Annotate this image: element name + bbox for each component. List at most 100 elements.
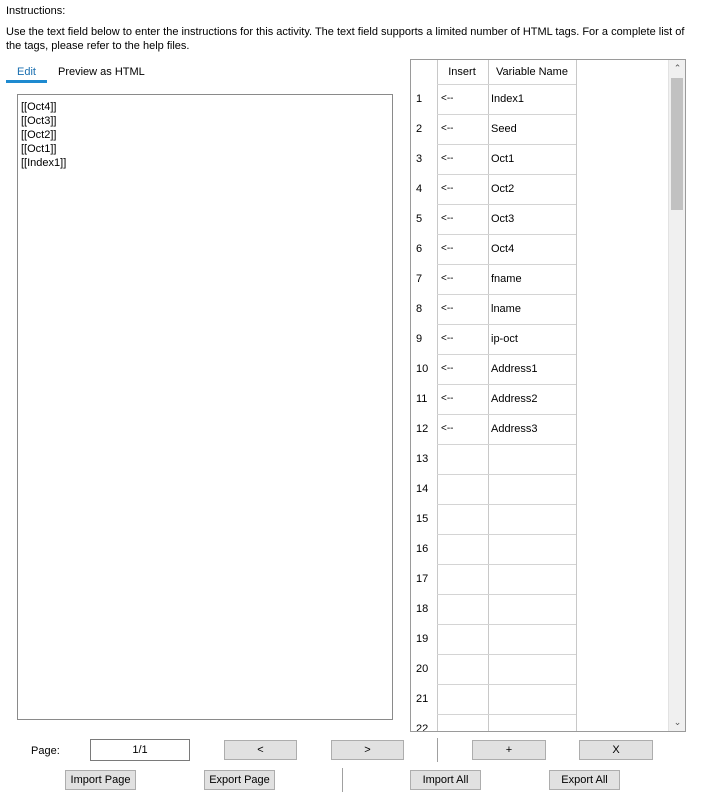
- table-row: 12 <-- Address3: [411, 414, 576, 444]
- insert-variable-button[interactable]: <--: [437, 144, 487, 174]
- row-number: 11: [416, 393, 428, 405]
- table-row: 19: [411, 624, 576, 654]
- instructions-description: Use the text field below to enter the in…: [6, 26, 685, 52]
- insert-variable-button[interactable]: <--: [437, 384, 487, 414]
- table-row: 9 <-- ip-oct: [411, 324, 576, 354]
- insert-variable-button[interactable]: <--: [437, 84, 487, 114]
- variable-name-cell[interactable]: Index1: [488, 84, 576, 114]
- scrollbar-thumb[interactable]: [671, 78, 683, 210]
- previous-page-button[interactable]: <: [224, 740, 297, 760]
- table-row: 22: [411, 714, 576, 732]
- row-number: 9: [416, 333, 423, 345]
- variable-name-cell[interactable]: Oct1: [488, 144, 576, 174]
- export-page-button[interactable]: Export Page: [204, 770, 275, 790]
- variable-name-cell[interactable]: fname: [488, 264, 576, 294]
- row-number: 8: [416, 303, 423, 315]
- next-page-button[interactable]: >: [331, 740, 404, 760]
- toolbar-separator: [342, 768, 343, 792]
- insert-variable-button[interactable]: <--: [437, 264, 487, 294]
- row-number: 7: [416, 273, 423, 285]
- variable-table: Insert Variable Name 1 <-- Index1 2 <-- Seed 3…: [410, 59, 686, 732]
- chevron-up-icon[interactable]: ⌃: [669, 60, 685, 77]
- variable-name-cell[interactable]: Address3: [488, 414, 576, 444]
- variable-name-cell[interactable]: [488, 474, 576, 504]
- variable-name-cell[interactable]: Oct2: [488, 174, 576, 204]
- export-all-button[interactable]: Export All: [549, 770, 620, 790]
- row-divider: [437, 294, 576, 295]
- instructions-editor[interactable]: [[Oct4]] [[Oct3]] [[Oct2]] [[Oct1]] [[In…: [17, 94, 393, 720]
- tab-preview-as-html[interactable]: Preview as HTML: [58, 65, 145, 79]
- row-number: 20: [416, 663, 429, 675]
- insert-variable-button: [437, 474, 487, 504]
- toolbar-separator: [437, 738, 438, 762]
- editor-line: [[Oct3]]: [21, 115, 57, 127]
- insert-variable-button: [437, 504, 487, 534]
- import-page-button[interactable]: Import Page: [65, 770, 136, 790]
- table-row: 13: [411, 444, 576, 474]
- variable-name-cell[interactable]: Address2: [488, 384, 576, 414]
- table-row: 15: [411, 504, 576, 534]
- add-page-button[interactable]: +: [472, 740, 546, 760]
- variable-name-cell[interactable]: [488, 564, 576, 594]
- insert-variable-button: [437, 594, 487, 624]
- row-divider: [437, 444, 576, 445]
- variable-name-cell[interactable]: ip-oct: [488, 324, 576, 354]
- page-number-field[interactable]: [90, 739, 190, 761]
- row-divider: [437, 564, 576, 565]
- row-divider: [437, 114, 576, 115]
- row-divider: [437, 384, 576, 385]
- active-tab-indicator: [6, 80, 47, 83]
- row-number: 18: [416, 603, 429, 615]
- variable-name-cell[interactable]: Seed: [488, 114, 576, 144]
- row-number: 1: [416, 93, 423, 105]
- variable-name-cell[interactable]: [488, 624, 576, 654]
- import-all-button[interactable]: Import All: [410, 770, 481, 790]
- variable-name-cell[interactable]: Address1: [488, 354, 576, 384]
- row-divider: [437, 714, 576, 715]
- row-number: 17: [416, 573, 429, 585]
- insert-variable-button[interactable]: <--: [437, 114, 487, 144]
- column-header-insert: Insert: [448, 66, 476, 78]
- table-row: 5 <-- Oct3: [411, 204, 576, 234]
- row-number: 22: [416, 723, 429, 732]
- page-label: Page:: [31, 745, 60, 757]
- table-row: 18: [411, 594, 576, 624]
- table-row: 14: [411, 474, 576, 504]
- variable-name-cell[interactable]: [488, 714, 576, 731]
- variable-name-cell[interactable]: [488, 654, 576, 684]
- insert-variable-button[interactable]: <--: [437, 174, 487, 204]
- table-row: 4 <-- Oct2: [411, 174, 576, 204]
- editor-line: [[Index1]]: [21, 157, 67, 169]
- row-divider: [437, 204, 576, 205]
- insert-variable-button[interactable]: <--: [437, 234, 487, 264]
- variable-name-cell[interactable]: [488, 444, 576, 474]
- row-number: 16: [416, 543, 429, 555]
- insert-variable-button[interactable]: <--: [437, 324, 487, 354]
- insert-variable-button[interactable]: <--: [437, 354, 487, 384]
- table-row: 8 <-- lname: [411, 294, 576, 324]
- insert-variable-button[interactable]: <--: [437, 414, 487, 444]
- table-row: 20: [411, 654, 576, 684]
- variable-name-cell[interactable]: [488, 684, 576, 714]
- variable-name-cell[interactable]: Oct4: [488, 234, 576, 264]
- row-divider: [437, 654, 576, 655]
- delete-page-button[interactable]: X: [579, 740, 653, 760]
- row-number: 6: [416, 243, 423, 255]
- variable-name-cell[interactable]: Oct3: [488, 204, 576, 234]
- row-divider: [437, 234, 576, 235]
- variable-name-cell[interactable]: [488, 534, 576, 564]
- insert-variable-button: [437, 564, 487, 594]
- variable-name-cell[interactable]: [488, 594, 576, 624]
- table-row: 10 <-- Address1: [411, 354, 576, 384]
- variable-name-cell[interactable]: [488, 504, 576, 534]
- instructions-title: Instructions:: [6, 5, 66, 17]
- table-row: 21: [411, 684, 576, 714]
- column-divider: [576, 60, 577, 731]
- chevron-down-icon[interactable]: ⌄: [669, 714, 685, 731]
- variable-name-cell[interactable]: lname: [488, 294, 576, 324]
- insert-variable-button[interactable]: <--: [437, 294, 487, 324]
- insert-variable-button[interactable]: <--: [437, 204, 487, 234]
- tab-edit[interactable]: Edit: [6, 65, 47, 79]
- insert-variable-button: [437, 624, 487, 654]
- vertical-scrollbar[interactable]: ⌃ ⌄: [668, 60, 685, 731]
